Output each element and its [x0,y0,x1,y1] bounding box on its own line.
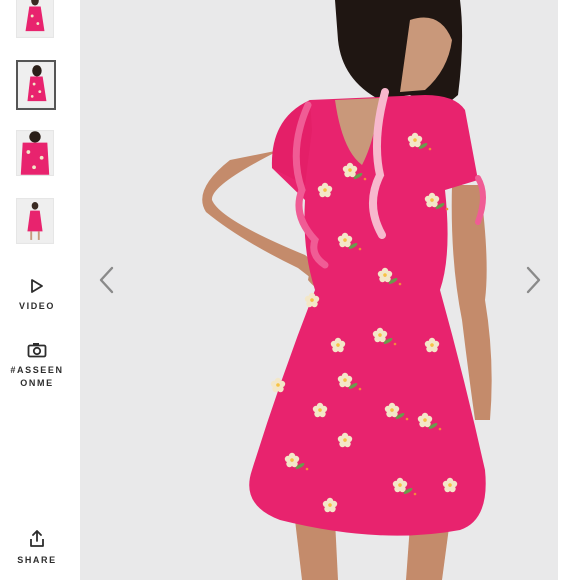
video-label: VIDEO [18,301,55,311]
chevron-right-icon[interactable] [518,262,548,298]
thumbnail-4[interactable] [16,198,54,244]
share-button[interactable]: SHARE [0,530,74,567]
product-image-viewer [80,0,558,580]
thumbnail-2-image [18,63,54,107]
thumbnail-1-image [17,0,53,37]
product-photo [80,0,558,580]
share-label: SHARE [17,555,57,565]
thumbnail-3[interactable] [16,130,54,176]
chevron-left-icon[interactable] [92,262,122,298]
thumbnail-3-image [17,131,53,175]
video-button[interactable]: VIDEO [0,278,74,313]
play-icon [31,279,43,293]
right-margin [558,0,580,580]
asseenonme-label-line1: #ASSEEN [10,365,64,375]
thumbnail-1[interactable] [16,0,54,38]
asseenonme-button[interactable]: #ASSEEN ONME [0,342,74,390]
thumbnail-4-image [17,199,53,243]
share-icon [30,530,44,547]
camera-icon [27,343,47,358]
asseenonme-label-line2: ONME [20,378,54,388]
thumbnail-rail: VIDEO #ASSEEN ONME SHARE [0,0,80,580]
thumbnail-2[interactable] [16,60,56,110]
